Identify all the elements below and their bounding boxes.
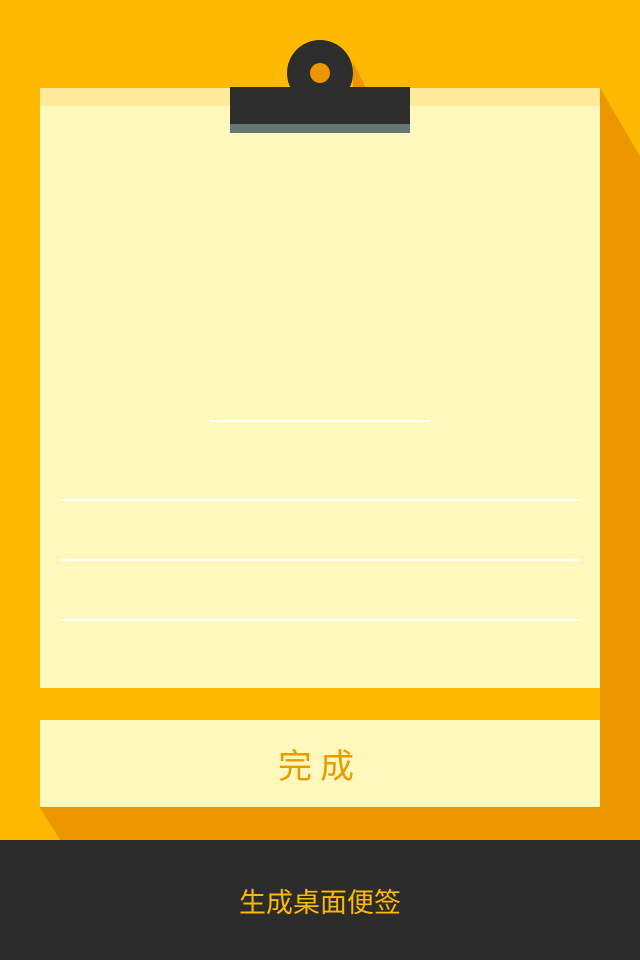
note-line-3[interactable]: [61, 619, 579, 621]
note-line-1[interactable]: [61, 499, 579, 501]
generate-desktop-note-button[interactable]: 生成桌面便签: [0, 840, 640, 960]
clip-hole: [310, 63, 330, 83]
done-button[interactable]: 完成: [40, 720, 600, 807]
binder-clip-icon: [230, 40, 410, 133]
clipboard-stage: 完成: [0, 0, 640, 840]
clip-bar: [230, 87, 410, 124]
note-title-field[interactable]: [210, 420, 430, 422]
note-paper[interactable]: [40, 88, 600, 688]
note-line-2[interactable]: [61, 559, 579, 561]
clip-edge: [230, 124, 410, 133]
